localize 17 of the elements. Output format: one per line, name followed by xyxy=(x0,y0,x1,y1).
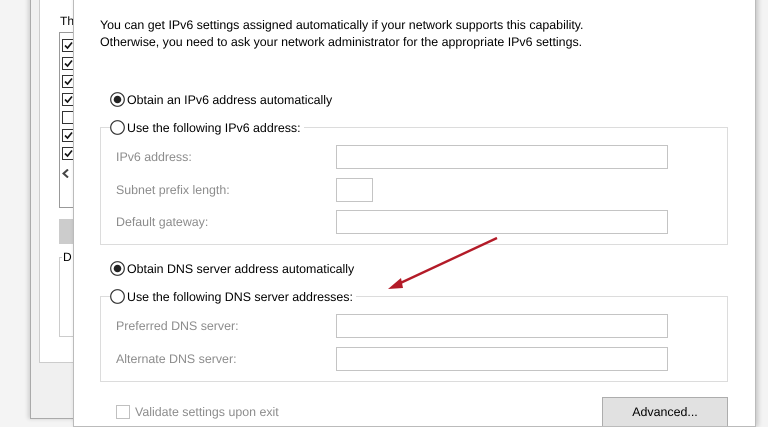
radio-icon[interactable] xyxy=(110,120,125,135)
group-label: D xyxy=(62,250,73,264)
field-label: Alternate DNS server: xyxy=(116,352,238,366)
field-label: Subnet prefix length: xyxy=(116,182,231,196)
field-label: Preferred DNS server: xyxy=(116,319,240,333)
intro-text: You can get IPv6 settings assigned automatically if your network supports this capability. Otherwise, you need to ask your network administrator for the appropriate IPv6 settings. xyxy=(100,17,584,51)
radio-option[interactable]: Obtain DNS server address automatically xyxy=(110,261,354,276)
advanced-button[interactable]: Advanced... xyxy=(602,396,728,426)
radio-icon[interactable] xyxy=(110,261,125,276)
radio-option[interactable]: Use the following IPv6 address: xyxy=(110,120,301,135)
radio-icon[interactable] xyxy=(110,289,125,304)
field-label: Default gateway: xyxy=(116,215,210,229)
radio-option[interactable]: Use the following DNS server addresses: xyxy=(110,289,353,304)
scroll-left-icon[interactable] xyxy=(62,169,70,178)
radio-option[interactable]: Obtain an IPv6 address automatically xyxy=(110,92,332,107)
radio-icon[interactable] xyxy=(110,92,125,107)
field-label: IPv6 address: xyxy=(116,150,193,164)
